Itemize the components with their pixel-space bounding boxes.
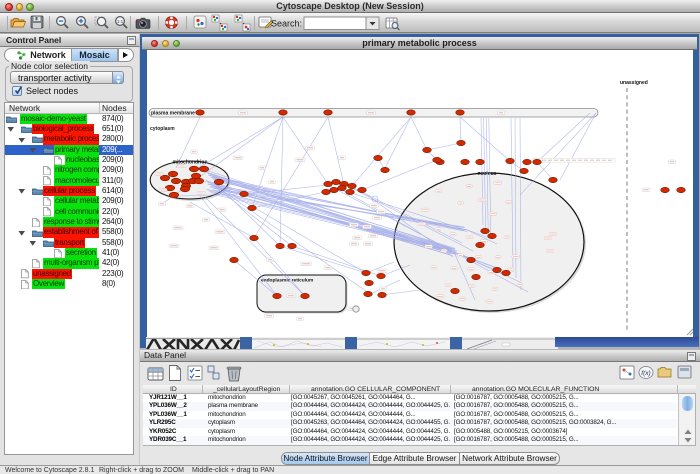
svg-text:1:1: 1:1 <box>117 19 124 24</box>
svg-text:f(x): f(x) <box>641 370 650 377</box>
svg-text:plasma membrane: plasma membrane <box>151 111 195 117</box>
svg-text:unassigned: unassigned <box>620 80 648 86</box>
svg-text:cytoplasm: cytoplasm <box>150 126 175 132</box>
svg-text:Search:: Search: <box>271 19 302 29</box>
